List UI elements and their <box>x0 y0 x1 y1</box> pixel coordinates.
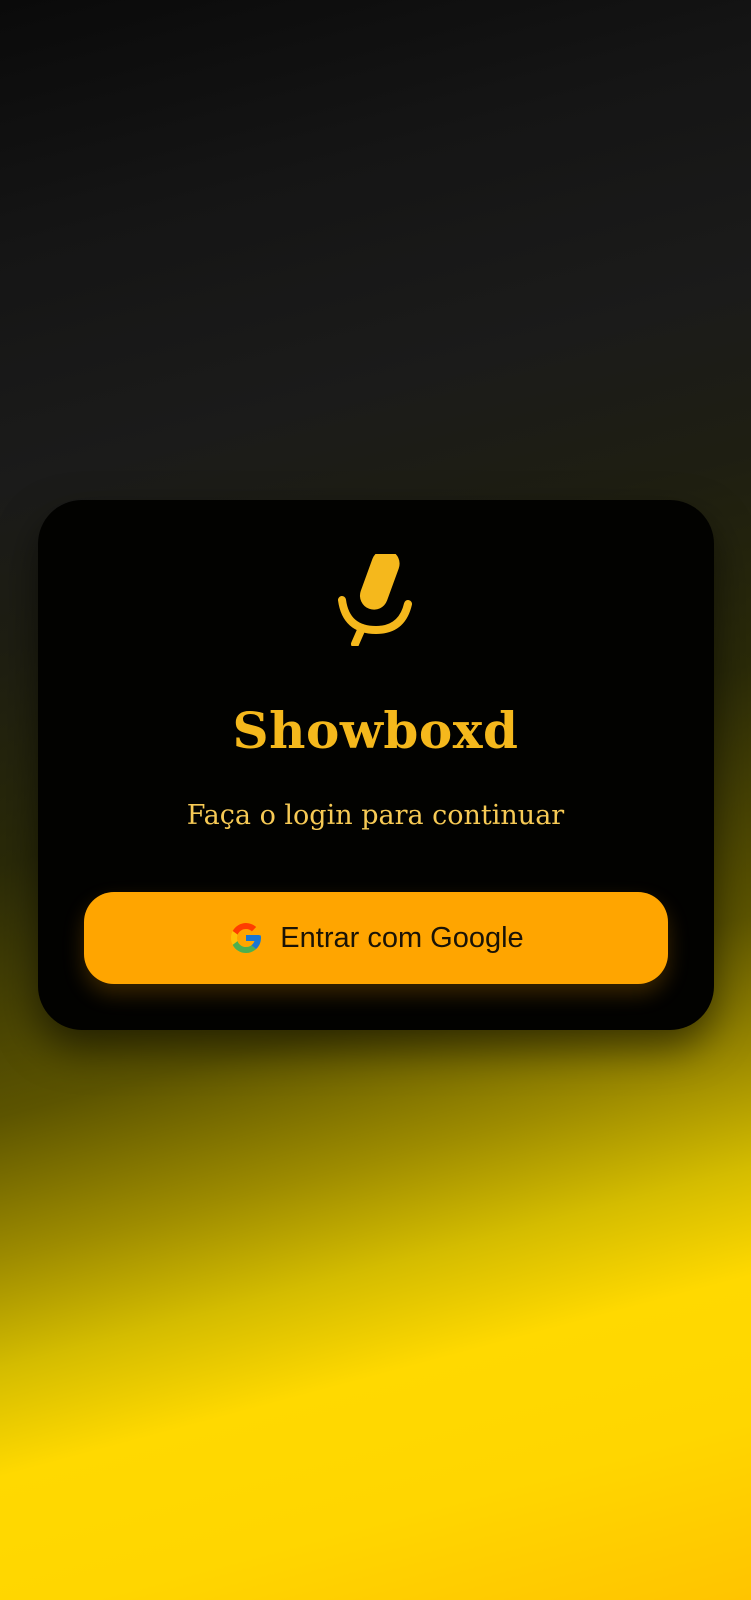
google-login-button[interactable]: Entrar com Google <box>84 892 668 984</box>
google-icon <box>231 923 262 953</box>
google-login-label: Entrar com Google <box>280 921 524 954</box>
login-subtitle: Faça o login para continuar <box>186 800 565 831</box>
microphone-icon <box>338 554 412 646</box>
app-title: Showboxd <box>232 701 519 760</box>
